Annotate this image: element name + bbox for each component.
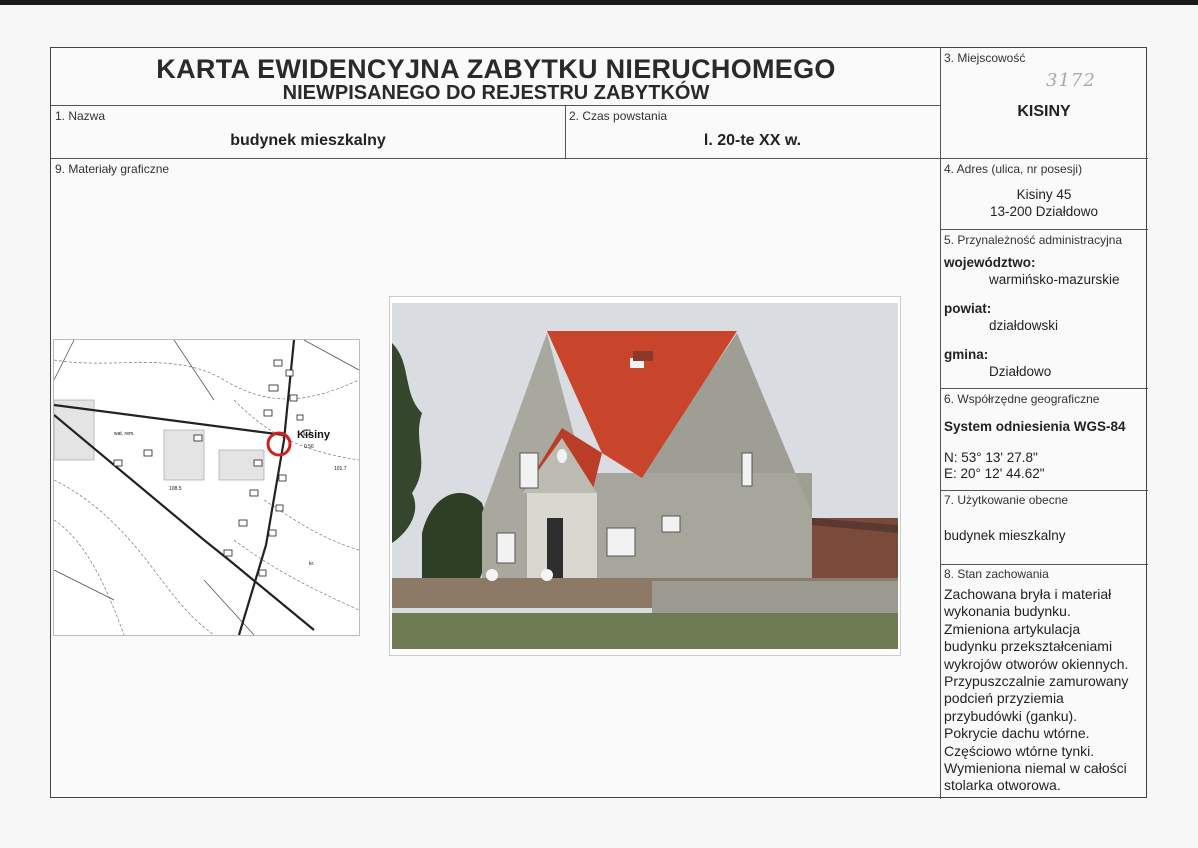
miejscowosc-label: 3. Miejscowość (944, 51, 1026, 65)
location-map: Kisiny 0.56 101.7 108.5 wat. rem. kr. (53, 339, 360, 636)
powiat-label: powiat: (944, 301, 992, 316)
uzytkowanie-value: budynek mieszkalny (944, 528, 1066, 543)
stan-line: budynku przekształceniami (944, 638, 1113, 655)
stan-line: Wymieniona niemal w całości (944, 760, 1127, 777)
stan-line: Zmieniona artykulacja (944, 620, 1081, 637)
map-label: kr. (309, 561, 314, 567)
window (661, 515, 681, 533)
window (606, 527, 636, 557)
contour-lines (54, 359, 359, 635)
row-divider (940, 490, 1148, 491)
window (741, 452, 753, 487)
czas-label: 2. Czas powstania (569, 109, 668, 123)
przynaleznosc-label: 5. Przynależność administracyjna (944, 233, 1123, 247)
card-subtitle: NIEWPISANEGO DO REJESTRU ZABYTKÓW (282, 82, 710, 104)
wspolrzedne-label: 6. Współrzędne geograficzne (944, 392, 1100, 406)
ground (392, 613, 898, 649)
door (547, 518, 563, 578)
powiat-value: działdowski (989, 318, 1059, 333)
gmina-label: gmina: (944, 347, 989, 362)
card-title: KARTA EWIDENCYJNA ZABYTKU NIERUCHOMEGO (156, 54, 836, 84)
map-spot-height: 108.5 (169, 486, 182, 492)
adres-line2: 13-200 Działdowo (989, 204, 1099, 219)
coord-n: N: 53° 13' 27.8" (944, 450, 1038, 465)
czas-value: l. 20-te XX w. (703, 132, 802, 149)
stan-line: wykrojów otworów okiennych. (944, 655, 1129, 672)
roads (54, 340, 315, 635)
stan-line: Częściowo wtórne tynki. (944, 742, 1095, 759)
nazwa-value: budynek mieszkalny (230, 132, 386, 149)
coord-e: E: 20° 12' 44.62" (944, 466, 1045, 481)
row-divider (51, 158, 1148, 159)
miejscowosc-value: KISINY (1017, 103, 1071, 120)
row-divider (940, 564, 1148, 565)
building-photo (389, 296, 901, 656)
uzytkowanie-label: 7. Użytkowanie obecne (944, 493, 1069, 507)
scan-edge (0, 0, 1198, 5)
map-drawing: Kisiny 0.56 101.7 108.5 wat. rem. kr. (54, 340, 359, 635)
chimney (633, 351, 653, 361)
lamp (486, 569, 498, 581)
stan-line: podcień przyziemia (944, 690, 1064, 707)
wojewodztwo-label: województwo: (944, 255, 1036, 270)
map-elevation: 0.56 (304, 444, 314, 450)
adres-line1: Kisiny 45 (1016, 187, 1072, 202)
porch-oval-window (557, 449, 567, 463)
stan-text: Zachowana bryła i materiał wykonania bud… (944, 586, 1128, 795)
gmina-value: Działdowo (989, 364, 1052, 379)
stan-label: 8. Stan zachowania (944, 567, 1049, 581)
window (496, 532, 516, 564)
row-divider (940, 229, 1148, 230)
stan-line: Zachowana bryła i materiał (944, 586, 1112, 602)
handwritten-number: 3172 (1046, 70, 1096, 91)
stan-line: przybudówki (ganku). (944, 707, 1078, 724)
stan-line: stolarka otworowa. (944, 777, 1061, 794)
wojewodztwo-value: warmińsko-mazurskie (989, 272, 1120, 287)
field-boundaries (54, 340, 359, 635)
row-divider (940, 388, 1148, 389)
system-value: System odniesienia WGS-84 (944, 419, 1126, 434)
stan-line: wykonania budynku. (944, 603, 1071, 620)
column-divider (940, 48, 941, 799)
map-label: wat. rem. (114, 431, 135, 437)
stan-line: Przypuszczalnie zamurowany (944, 673, 1129, 690)
nazwa-label: 1. Nazwa (55, 109, 106, 123)
row-divider (51, 105, 940, 106)
buildings (113, 359, 311, 577)
location-marker (266, 431, 292, 457)
map-spot-height: 101.7 (334, 466, 347, 472)
lamp (541, 569, 553, 581)
stan-line: Pokrycie dachu wtórne. (944, 725, 1090, 742)
map-place-label: Kisiny (297, 429, 331, 441)
photo-drawing (392, 303, 898, 649)
adres-label: 4. Adres (ulica, nr posesji) (944, 162, 1083, 176)
window (519, 452, 539, 489)
materialy-label: 9. Materiały graficzne (55, 162, 170, 176)
